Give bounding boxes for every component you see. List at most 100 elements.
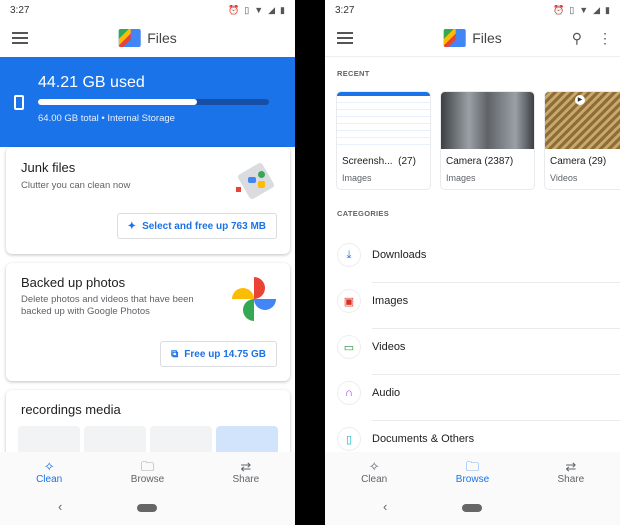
- category-images[interactable]: ▣ Images: [325, 282, 620, 329]
- bottom-nav: ✧ Clean 🗀 Browse ⇄ Share: [0, 452, 295, 492]
- recent-card-screenshots[interactable]: Screensh... (27) Images: [336, 91, 431, 190]
- backed-up-photos-card[interactable]: Backed up photos Delete photos and video…: [6, 263, 290, 381]
- more-options-icon[interactable]: ⋮: [598, 30, 612, 47]
- menu-icon[interactable]: [12, 32, 28, 44]
- recent-name: Camera (2387): [446, 156, 514, 167]
- wifi-icon: ▼: [254, 5, 264, 15]
- nav-label: Share: [232, 474, 260, 485]
- search-icon[interactable]: ⚲: [572, 30, 582, 47]
- recent-type: Images: [342, 173, 372, 183]
- category-label: Documents & Others: [372, 433, 475, 445]
- wifi-icon: ▼: [579, 5, 589, 15]
- status-bar: 3:27 ⏰ ▯ ▼ ◢ ▮: [325, 0, 620, 20]
- video-icon: ▭: [337, 335, 361, 359]
- category-audio[interactable]: ∩ Audio: [325, 374, 620, 421]
- download-icon: ⤓: [337, 243, 361, 267]
- app-brand: Files: [118, 29, 177, 47]
- swap-arrows-icon: ⇄: [240, 459, 252, 474]
- clean-screen: 3:27 ⏰ ▯ ▼ ◢ ▮ Files 44.21 GB used 64.00…: [0, 0, 295, 525]
- photos-card-subtitle-2: backed up with Google Photos: [21, 306, 150, 317]
- phone-icon: [14, 95, 24, 110]
- play-icon: ▶: [575, 95, 585, 105]
- screenshots-thumbnail: [337, 92, 430, 149]
- junk-files-card[interactable]: Junk files Clutter you can clean now ✦ S…: [6, 147, 290, 254]
- back-button[interactable]: ‹: [383, 499, 387, 514]
- nav-browse[interactable]: 🗀 Browse: [432, 459, 512, 485]
- app-brand: Files: [443, 29, 502, 47]
- free-up-photos-button[interactable]: ⧉ Free up 14.75 GB: [160, 341, 277, 367]
- alarm-icon: ⏰: [553, 4, 565, 15]
- free-up-junk-label: Select and free up 763 MB: [142, 220, 266, 232]
- vibrate-icon: ▯: [244, 4, 250, 15]
- divider: [325, 56, 620, 57]
- category-label: Videos: [372, 341, 406, 353]
- home-button[interactable]: [462, 504, 482, 512]
- status-time: 3:27: [10, 4, 30, 16]
- storage-progress-fill: [38, 99, 198, 105]
- google-photos-icon: [232, 277, 276, 321]
- category-label: Downloads: [372, 249, 427, 261]
- nav-label: Browse: [455, 474, 490, 485]
- recent-type: Images: [446, 173, 476, 183]
- free-up-junk-button[interactable]: ✦ Select and free up 763 MB: [116, 213, 277, 239]
- recent-name: Camera (29): [550, 156, 607, 167]
- files-logo-icon: [118, 29, 141, 47]
- nav-share[interactable]: ⇄ Share: [206, 459, 286, 485]
- document-icon: ▯: [337, 427, 361, 451]
- folder-search-icon: 🗀: [140, 459, 154, 474]
- nav-label: Clean: [361, 474, 388, 485]
- categories-section-label: CATEGORIES: [337, 209, 390, 218]
- free-up-photos-label: Free up 14.75 GB: [184, 348, 266, 360]
- recent-card-camera-videos[interactable]: ▶ Camera (29) Videos: [544, 91, 620, 190]
- battery-icon: ▮: [605, 4, 610, 15]
- folder-search-icon: 🗀: [465, 459, 479, 474]
- signal-icon: ◢: [593, 4, 601, 15]
- home-button[interactable]: [137, 504, 157, 512]
- battery-icon: ▮: [280, 4, 285, 15]
- camera-videos-thumbnail: ▶: [545, 92, 620, 149]
- system-nav-bar: ‹: [325, 492, 620, 525]
- recent-card-camera-images[interactable]: Camera (2387) Images: [440, 91, 535, 190]
- app-title: Files: [147, 30, 177, 46]
- category-downloads[interactable]: ⤓ Downloads: [325, 236, 620, 283]
- menu-icon[interactable]: [337, 32, 353, 44]
- vibrate-icon: ▯: [569, 4, 575, 15]
- system-nav-bar: ‹: [0, 492, 295, 525]
- sparkle-icon: ✧: [43, 459, 55, 474]
- nav-browse[interactable]: 🗀 Browse: [107, 459, 187, 485]
- swap-arrows-icon: ⇄: [565, 459, 577, 474]
- nav-label: Clean: [36, 474, 63, 485]
- files-logo-icon: [443, 29, 466, 47]
- storage-used-label: 44.21 GB used: [38, 74, 145, 91]
- app-title: Files: [472, 30, 502, 46]
- category-label: Images: [372, 295, 409, 307]
- sparkle-icon: ✦: [127, 220, 137, 232]
- nav-label: Browse: [130, 474, 165, 485]
- nav-label: Share: [557, 474, 585, 485]
- storage-summary[interactable]: 44.21 GB used 64.00 GB total • Internal …: [0, 57, 295, 147]
- app-bar: Files ⚲ ⋮: [325, 20, 620, 56]
- photos-card-title: Backed up photos: [21, 275, 126, 290]
- nav-clean[interactable]: ✧ Clean: [9, 459, 89, 485]
- back-button[interactable]: ‹: [58, 499, 62, 514]
- nav-share[interactable]: ⇄ Share: [531, 459, 611, 485]
- junk-card-subtitle: Clutter you can clean now: [21, 180, 131, 191]
- app-bar: Files: [0, 20, 295, 56]
- bottom-nav: ✧ Clean 🗀 Browse ⇄ Share: [325, 452, 620, 492]
- category-label: Audio: [372, 387, 401, 399]
- recent-name: Screensh... (27): [342, 156, 416, 167]
- recent-section-label: RECENT: [337, 69, 370, 78]
- category-videos[interactable]: ▭ Videos: [325, 328, 620, 375]
- nav-clean[interactable]: ✧ Clean: [334, 459, 414, 485]
- image-icon: ▣: [337, 289, 361, 313]
- signal-icon: ◢: [268, 4, 276, 15]
- storage-progress-bar: [38, 99, 269, 105]
- open-external-icon: ⧉: [171, 348, 179, 360]
- junk-card-title: Junk files: [21, 160, 76, 175]
- status-bar: 3:27 ⏰ ▯ ▼ ◢ ▮: [0, 0, 295, 20]
- alarm-icon: ⏰: [228, 4, 240, 15]
- sparkle-icon: ✧: [368, 459, 380, 474]
- status-time: 3:27: [335, 4, 355, 16]
- recent-type: Videos: [550, 173, 578, 183]
- recordings-card-title: recordings media: [21, 402, 121, 417]
